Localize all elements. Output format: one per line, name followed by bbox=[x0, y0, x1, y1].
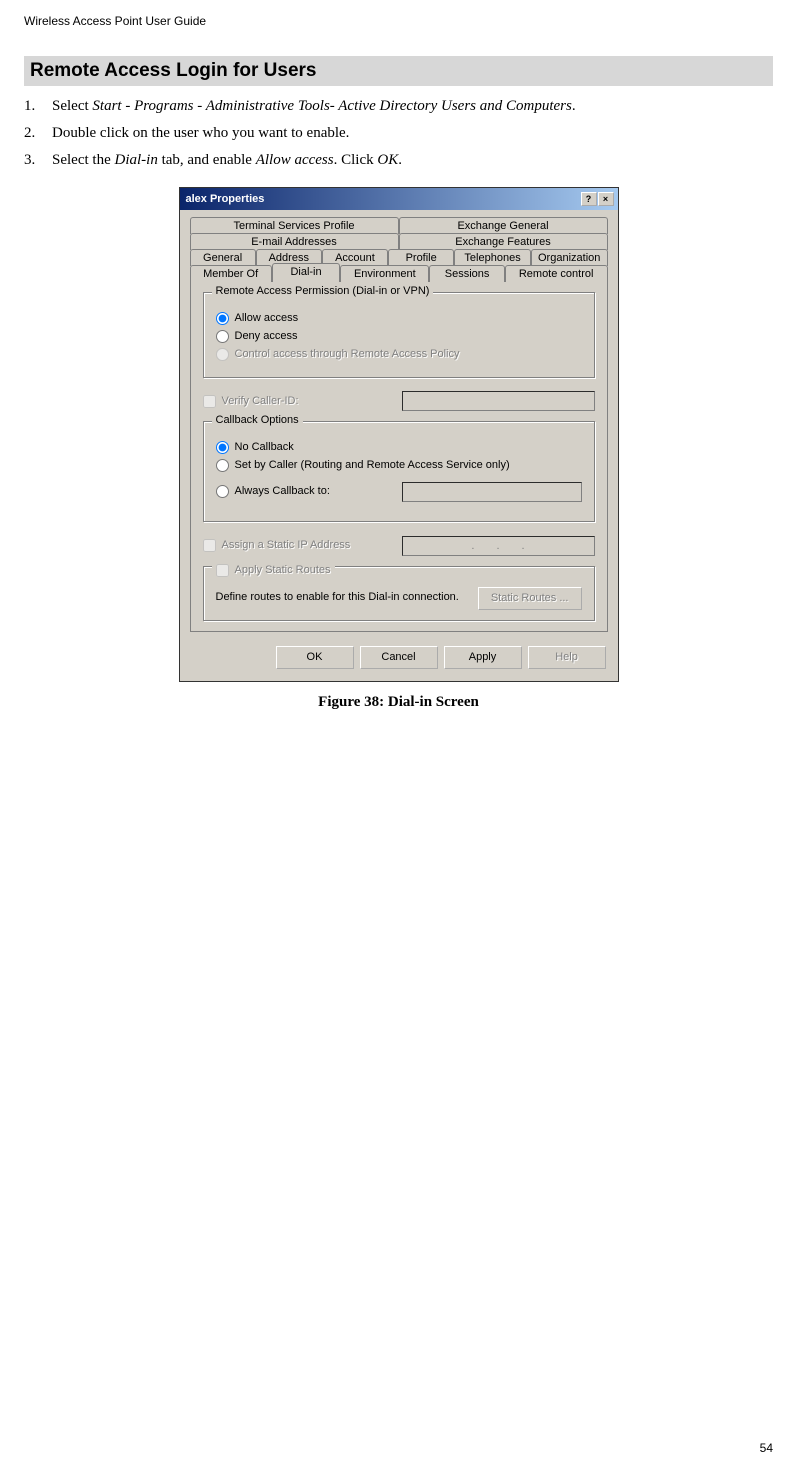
tab-environment[interactable]: Environment bbox=[340, 265, 429, 282]
tab-email-addresses[interactable]: E-mail Addresses bbox=[190, 233, 399, 250]
radio-label: Allow access bbox=[235, 312, 299, 325]
tab-row: E-mail Addresses Exchange Features bbox=[190, 233, 608, 250]
tab-profile[interactable]: Profile bbox=[388, 249, 454, 266]
item-text: Double click on the user who you want to… bbox=[52, 123, 349, 144]
radio-allow-access[interactable]: Allow access bbox=[216, 312, 582, 325]
list-item: 2. Double click on the user who you want… bbox=[24, 123, 773, 144]
cancel-button[interactable]: Cancel bbox=[360, 646, 438, 669]
verify-caller-checkbox: Verify Caller-ID: bbox=[203, 395, 394, 408]
item-text: Select the Dial-in tab, and enable Allow… bbox=[52, 150, 402, 171]
callback-groupbox: Callback Options No Callback Set by Call… bbox=[203, 421, 595, 523]
text-part: tab, and enable bbox=[158, 152, 256, 168]
page-header: Wireless Access Point User Guide bbox=[24, 14, 773, 28]
permission-groupbox: Remote Access Permission (Dial-in or VPN… bbox=[203, 292, 595, 378]
checkbox-input bbox=[216, 564, 229, 577]
groupbox-title: Remote Access Permission (Dial-in or VPN… bbox=[212, 285, 434, 297]
dialog-title: alex Properties bbox=[186, 193, 265, 205]
italic-text: Start - Programs - Administrative Tools-… bbox=[92, 98, 571, 114]
close-icon[interactable]: × bbox=[598, 192, 614, 206]
help-icon[interactable]: ? bbox=[581, 192, 597, 206]
tab-container: Terminal Services Profile Exchange Gener… bbox=[180, 210, 618, 282]
assign-ip-checkbox: Assign a Static IP Address bbox=[203, 539, 394, 552]
list-item: 3. Select the Dial-in tab, and enable Al… bbox=[24, 150, 773, 171]
apply-button[interactable]: Apply bbox=[444, 646, 522, 669]
radio-input bbox=[216, 348, 229, 361]
caller-id-input bbox=[402, 391, 595, 411]
titlebar-buttons: ? × bbox=[581, 192, 614, 206]
groupbox-title: Callback Options bbox=[212, 414, 303, 426]
properties-dialog: alex Properties ? × Terminal Services Pr… bbox=[179, 187, 619, 682]
static-routes-groupbox: Apply Static Routes Define routes to ena… bbox=[203, 566, 595, 621]
titlebar: alex Properties ? × bbox=[180, 188, 618, 210]
tab-member-of[interactable]: Member Of bbox=[190, 265, 272, 282]
tab-dial-in[interactable]: Dial-in bbox=[272, 263, 341, 282]
routes-description: Define routes to enable for this Dial-in… bbox=[216, 591, 468, 604]
text-part: . bbox=[572, 98, 576, 114]
tab-organization[interactable]: Organization bbox=[531, 249, 608, 266]
tab-row: Member Of Dial-in Environment Sessions R… bbox=[190, 265, 608, 282]
tab-row: General Address Account Profile Telephon… bbox=[190, 249, 608, 266]
checkbox-label: Assign a Static IP Address bbox=[222, 539, 351, 552]
list-item: 1. Select Start - Programs - Administrat… bbox=[24, 96, 773, 117]
radio-input[interactable] bbox=[216, 330, 229, 343]
radio-input[interactable] bbox=[216, 485, 229, 498]
tab-panel: Remote Access Permission (Dial-in or VPN… bbox=[190, 281, 608, 632]
tab-row: Terminal Services Profile Exchange Gener… bbox=[190, 217, 608, 234]
checkbox-input bbox=[203, 395, 216, 408]
tab-exchange-features[interactable]: Exchange Features bbox=[399, 233, 608, 250]
dialog-button-row: OK Cancel Apply Help bbox=[180, 640, 618, 681]
radio-always-callback[interactable]: Always Callback to: bbox=[216, 480, 582, 503]
item-number: 1. bbox=[24, 96, 52, 117]
instruction-list: 1. Select Start - Programs - Administrat… bbox=[24, 96, 773, 171]
tab-terminal-services[interactable]: Terminal Services Profile bbox=[190, 217, 399, 234]
text-part: Select bbox=[52, 98, 92, 114]
apply-routes-checkbox: Apply Static Routes bbox=[212, 564, 335, 577]
callback-number-input bbox=[402, 482, 582, 502]
ok-button[interactable]: OK bbox=[276, 646, 354, 669]
italic-text: Allow access bbox=[256, 152, 334, 168]
assign-ip-row: Assign a Static IP Address ... bbox=[203, 534, 595, 557]
text-part: Select the bbox=[52, 152, 114, 168]
item-number: 2. bbox=[24, 123, 52, 144]
radio-label: Control access through Remote Access Pol… bbox=[235, 348, 460, 361]
radio-label: No Callback bbox=[235, 441, 294, 454]
checkbox-label: Verify Caller-ID: bbox=[222, 395, 299, 408]
tab-telephones[interactable]: Telephones bbox=[454, 249, 531, 266]
static-routes-row: Define routes to enable for this Dial-in… bbox=[216, 587, 582, 610]
figure-caption: Figure 38: Dial-in Screen bbox=[24, 694, 773, 711]
radio-input[interactable] bbox=[216, 312, 229, 325]
section-title: Remote Access Login for Users bbox=[24, 56, 773, 86]
italic-text: OK bbox=[377, 152, 398, 168]
ip-address-input: ... bbox=[402, 536, 595, 556]
item-text: Select Start - Programs - Administrative… bbox=[52, 96, 576, 117]
static-routes-button: Static Routes ... bbox=[478, 587, 582, 610]
text-part: . bbox=[398, 152, 402, 168]
radio-label: Deny access bbox=[235, 330, 298, 343]
tab-remote-control[interactable]: Remote control bbox=[505, 265, 608, 282]
item-number: 3. bbox=[24, 150, 52, 171]
checkbox-input bbox=[203, 539, 216, 552]
checkbox-label: Apply Static Routes bbox=[235, 564, 331, 577]
dialog-screenshot: alex Properties ? × Terminal Services Pr… bbox=[179, 187, 619, 682]
tab-general[interactable]: General bbox=[190, 249, 256, 266]
radio-input[interactable] bbox=[216, 441, 229, 454]
radio-control-access: Control access through Remote Access Pol… bbox=[216, 348, 582, 361]
radio-input[interactable] bbox=[216, 459, 229, 472]
radio-deny-access[interactable]: Deny access bbox=[216, 330, 582, 343]
text-part: . Click bbox=[334, 152, 378, 168]
tab-sessions[interactable]: Sessions bbox=[429, 265, 504, 282]
page-number: 54 bbox=[760, 1441, 773, 1455]
help-button: Help bbox=[528, 646, 606, 669]
radio-set-by-caller[interactable]: Set by Caller (Routing and Remote Access… bbox=[216, 459, 582, 472]
verify-caller-row: Verify Caller-ID: bbox=[203, 390, 595, 413]
radio-label: Always Callback to: bbox=[235, 485, 330, 498]
italic-text: Dial-in bbox=[114, 152, 157, 168]
radio-label: Set by Caller (Routing and Remote Access… bbox=[235, 459, 510, 472]
radio-no-callback[interactable]: No Callback bbox=[216, 441, 582, 454]
tab-exchange-general[interactable]: Exchange General bbox=[399, 217, 608, 234]
